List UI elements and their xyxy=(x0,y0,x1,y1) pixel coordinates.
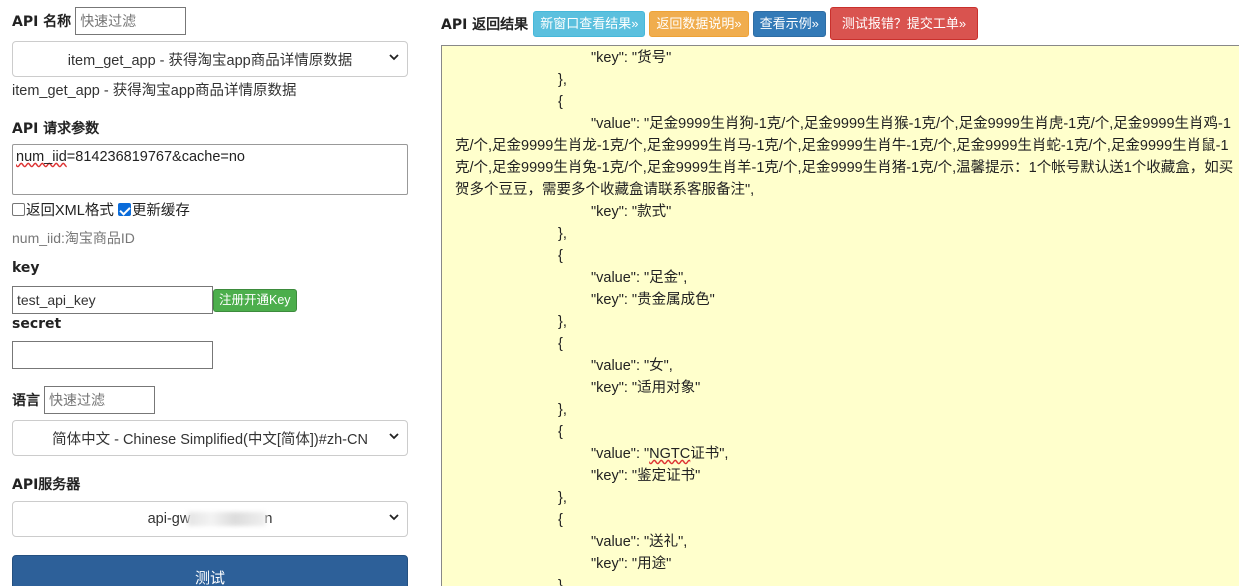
api-name-row: API 名称 xyxy=(12,7,187,35)
result-line: "key": "适用对象" xyxy=(591,380,701,396)
result-line: }, xyxy=(558,226,567,242)
result-line: "value": "送礼", xyxy=(591,534,688,550)
result-line: }, xyxy=(558,578,567,586)
language-filter-input[interactable] xyxy=(44,386,155,414)
params-textarea[interactable]: num_iid=814236819767&cache=no xyxy=(12,144,408,195)
result-line: }, xyxy=(558,490,567,506)
result-line: { xyxy=(558,336,563,352)
chevron-down-icon xyxy=(389,431,399,441)
xml-checkbox[interactable] xyxy=(12,203,25,216)
language-label: 语言 xyxy=(12,393,40,409)
params-label: API 请求参数 xyxy=(12,121,100,137)
result-json-text: "key": "货号"}, { "value": "足金9999生肖狗-1克/个,足… xyxy=(455,47,1235,586)
secret-input[interactable] xyxy=(12,341,213,369)
options-row: 返回XML格式 更新缓存 xyxy=(12,199,194,220)
result-line: "value": "女", xyxy=(591,358,673,374)
result-line: }, xyxy=(558,314,567,330)
server-prefix: api-gw xyxy=(147,511,191,527)
key-input[interactable] xyxy=(12,286,213,314)
api-filter-input[interactable] xyxy=(75,7,187,35)
result-line: }, xyxy=(558,72,567,88)
api-description: item_get_app - 获得淘宝app商品详情原数据 xyxy=(12,83,297,99)
data-description-button[interactable]: 返回数据说明» xyxy=(649,10,749,37)
result-line: "key": "用途" xyxy=(591,556,672,572)
chevron-down-icon xyxy=(389,52,399,62)
chevron-down-icon xyxy=(389,512,399,522)
test-button[interactable]: 测试 xyxy=(12,555,408,586)
redacted-blur xyxy=(188,512,267,527)
api-name-label: API 名称 xyxy=(12,14,72,30)
server-select-value: api-gw n xyxy=(148,511,273,527)
submit-ticket-button[interactable]: 测试报错？提交工单» xyxy=(829,7,979,40)
server-select[interactable]: api-gw n xyxy=(12,501,408,537)
result-line: "value": "足金9999生肖狗-1克/个,足金9999生肖猴-1克/个,… xyxy=(455,116,1238,198)
result-line: "key": "货号" xyxy=(591,50,672,66)
server-label: API服务器 xyxy=(12,477,81,493)
new-window-button[interactable]: 新窗口查看结果» xyxy=(533,10,646,37)
cache-checkbox[interactable] xyxy=(117,203,131,216)
result-line: "value": "足金", xyxy=(591,270,688,286)
result-line: { xyxy=(558,512,563,528)
api-select[interactable]: item_get_app - 获得淘宝app商品详情原数据 xyxy=(12,41,408,77)
result-line: "key": "鉴定证书" xyxy=(591,468,701,484)
language-select-value: 简体中文 - Chinese Simplified(中文[简体])#zh-CN xyxy=(52,431,368,448)
result-line: "value": "NGTC证书", xyxy=(591,446,729,462)
secret-label: secret xyxy=(12,316,62,332)
result-label: API 返回结果 xyxy=(441,16,529,33)
key-label: key xyxy=(12,260,40,276)
result-line: { xyxy=(558,424,563,440)
spellcheck-word: NGTC xyxy=(649,446,691,462)
xml-checkbox-label: 返回XML格式 xyxy=(26,203,114,219)
result-header: API 返回结果 新窗口查看结果» 返回数据说明» 查看示例» 测试报错？提交工… xyxy=(441,7,982,40)
result-line: "key": "款式" xyxy=(591,204,672,220)
params-value-text: =814236819767&cache=no xyxy=(66,149,245,165)
language-select[interactable]: 简体中文 - Chinese Simplified(中文[简体])#zh-CN xyxy=(12,420,408,456)
result-line: { xyxy=(558,94,563,110)
view-example-button[interactable]: 查看示例» xyxy=(752,10,826,37)
result-line: }, xyxy=(558,402,567,418)
result-line: "key": "贵金属成色" xyxy=(591,292,715,308)
params-hint: num_iid:淘宝商品ID xyxy=(12,230,135,246)
register-key-button[interactable]: 注册开通Key xyxy=(213,289,297,312)
language-row: 语言 xyxy=(12,386,155,414)
cache-checkbox-label: 更新缓存 xyxy=(131,203,190,219)
result-line: { xyxy=(558,248,563,264)
params-key-text: num_iid xyxy=(16,149,67,165)
api-select-value: item_get_app - 获得淘宝app商品详情原数据 xyxy=(67,52,353,69)
result-panel[interactable]: "key": "货号"}, { "value": "足金9999生肖狗-1克/个,足… xyxy=(441,45,1239,586)
